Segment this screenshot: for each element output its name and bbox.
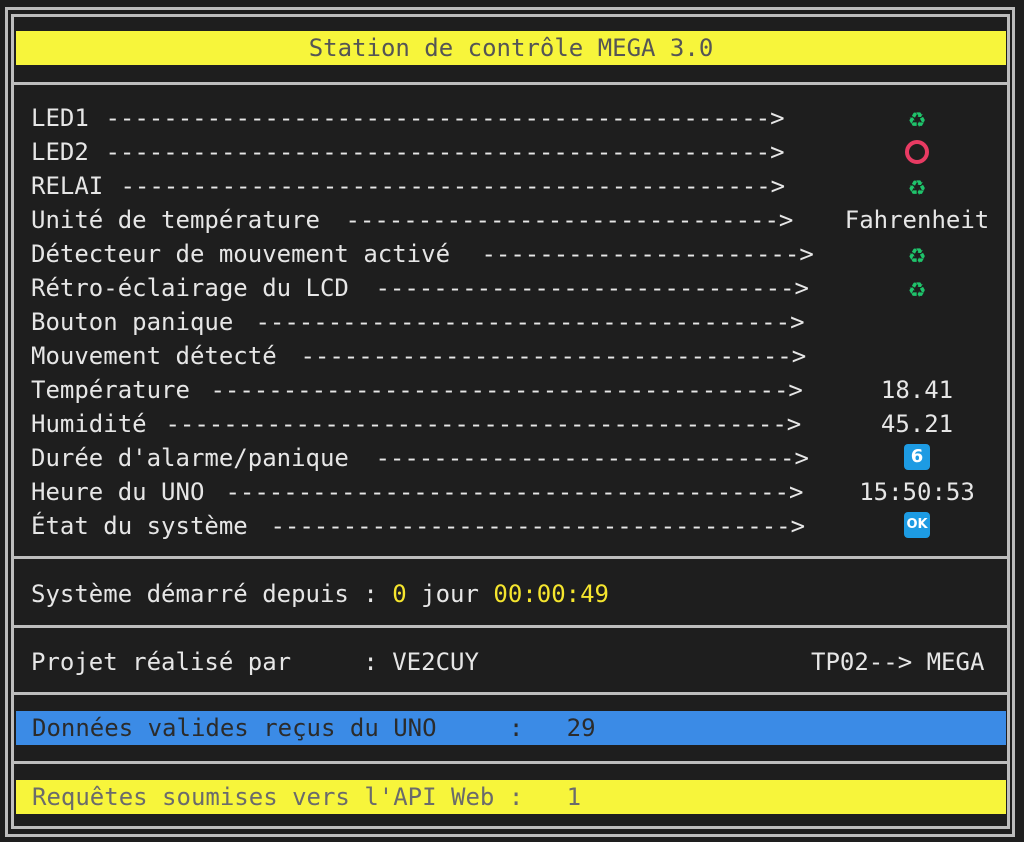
uptime-day-word: jour <box>406 580 494 608</box>
row-mouvement-detecte: Mouvement détecté ----------------------… <box>31 340 991 372</box>
row-dashes: ------------------------------> <box>331 206 794 234</box>
row-dashes: ----------------------------------------… <box>106 172 786 200</box>
red-circle-icon <box>905 140 929 164</box>
row-dashes: ----------------------> <box>467 240 814 268</box>
status-value: ♻ <box>842 238 992 271</box>
divider <box>11 556 1010 559</box>
status-value: 15:50:53 <box>859 478 975 506</box>
row-heure-uno: Heure du UNO ---------------------------… <box>31 476 991 508</box>
row-label: Durée d'alarme/panique <box>31 444 349 472</box>
row-label: LED2 <box>31 138 89 166</box>
row-bouton-panique: Bouton panique -------------------------… <box>31 306 991 338</box>
row-label: Détecteur de mouvement activé <box>31 240 451 268</box>
divider <box>11 692 1010 695</box>
row-temperature: Température ----------------------------… <box>31 374 991 406</box>
row-label: Bouton panique <box>31 308 234 336</box>
row-led1: LED1 -----------------------------------… <box>31 102 991 134</box>
row-dashes: ------------------------------------> <box>256 512 806 540</box>
row-dashes: ---------------------------------------> <box>211 478 804 506</box>
row-retro-eclairage: Rétro-éclairage du LCD -----------------… <box>31 272 991 304</box>
row-unite-temperature: Unité de température -------------------… <box>31 204 991 236</box>
status-value: 6 <box>842 442 992 474</box>
row-label: Unité de température <box>31 206 320 234</box>
status-value: 45.21 <box>880 410 954 438</box>
row-label: RELAI <box>31 172 104 200</box>
row-dashes: -----------------------------> <box>361 444 809 472</box>
row-dashes: -----------------------------> <box>361 274 809 302</box>
status-value <box>842 136 992 168</box>
status-value: Fahrenheit <box>844 206 990 234</box>
recycle-icon: ♻ <box>908 169 926 202</box>
row-dashes: ----------------------------------------… <box>196 376 803 404</box>
uptime-time: 00:00:49 <box>493 580 609 608</box>
row-label: Mouvement détecté <box>31 342 277 370</box>
row-dashes: ----------------------------------------… <box>91 138 785 166</box>
uno-data-bar: Données valides reçus du UNO : 29 <box>16 711 1006 745</box>
row-relai: RELAI ----------------------------------… <box>31 170 991 202</box>
api-requests-bar: Requêtes soumises vers l'API Web : 1 <box>16 780 1006 814</box>
recycle-icon: ♻ <box>908 237 926 270</box>
credits-right: TP02--> MEGA <box>811 648 985 676</box>
row-dashes: -------------------------------------> <box>241 308 805 336</box>
row-duree-alarme: Durée d'alarme/panique -----------------… <box>31 442 991 474</box>
divider <box>11 82 1010 85</box>
row-label: Rétro-éclairage du LCD <box>31 274 349 302</box>
row-dashes: ----------------------------------------… <box>91 104 785 132</box>
row-detecteur-mouvement: Détecteur de mouvement activé ----------… <box>31 238 991 270</box>
divider <box>11 761 1010 764</box>
status-value: 18.41 <box>880 376 954 404</box>
row-label: Heure du UNO <box>31 478 205 506</box>
page-title: Station de contrôle MEGA 3.0 <box>16 31 1006 65</box>
row-label: LED1 <box>31 104 89 132</box>
divider <box>11 625 1010 628</box>
badge-ok-icon: OK <box>904 512 930 538</box>
status-value: ♻ <box>842 272 992 305</box>
row-dashes: ----------------------------------> <box>286 342 807 370</box>
badge-six-icon: 6 <box>904 444 930 470</box>
status-value: ♻ <box>842 170 992 203</box>
recycle-icon: ♻ <box>908 271 926 304</box>
uptime-line: Système démarré depuis : 0 jour 00:00:49 <box>31 578 609 610</box>
row-led2: LED2 -----------------------------------… <box>31 136 991 168</box>
row-etat-systeme: État du système ------------------------… <box>31 510 991 542</box>
row-label: État du système <box>31 512 248 540</box>
uptime-label: Système démarré depuis : <box>31 580 393 608</box>
row-dashes: ----------------------------------------… <box>151 410 802 438</box>
status-value: OK <box>842 510 992 542</box>
uptime-days: 0 <box>392 580 407 608</box>
row-humidite: Humidité -------------------------------… <box>31 408 991 440</box>
status-value: ♻ <box>842 102 992 135</box>
row-label: Température <box>31 376 190 404</box>
recycle-icon: ♻ <box>908 101 926 134</box>
row-label: Humidité <box>31 410 147 438</box>
credits-line: Projet réalisé par : VE2CUY <box>31 648 479 676</box>
